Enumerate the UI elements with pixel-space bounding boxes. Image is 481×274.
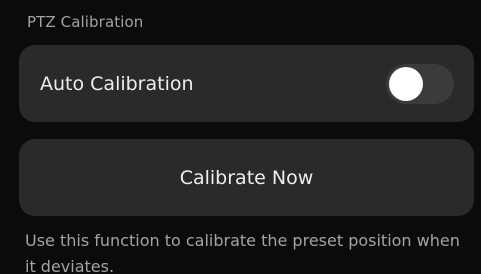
auto-calibration-toggle[interactable] (386, 63, 454, 104)
calibrate-now-button[interactable]: Calibrate Now (19, 139, 474, 216)
ptz-calibration-screen: PTZ Calibration Auto Calibration Calibra… (0, 0, 481, 274)
calibrate-now-label: Calibrate Now (179, 166, 314, 189)
auto-calibration-row: Auto Calibration (19, 45, 474, 122)
section-title: PTZ Calibration (27, 13, 144, 31)
auto-calibration-label: Auto Calibration (40, 72, 194, 95)
toggle-knob (389, 66, 423, 101)
calibration-help-text: Use this function to calibrate the prese… (25, 231, 460, 274)
